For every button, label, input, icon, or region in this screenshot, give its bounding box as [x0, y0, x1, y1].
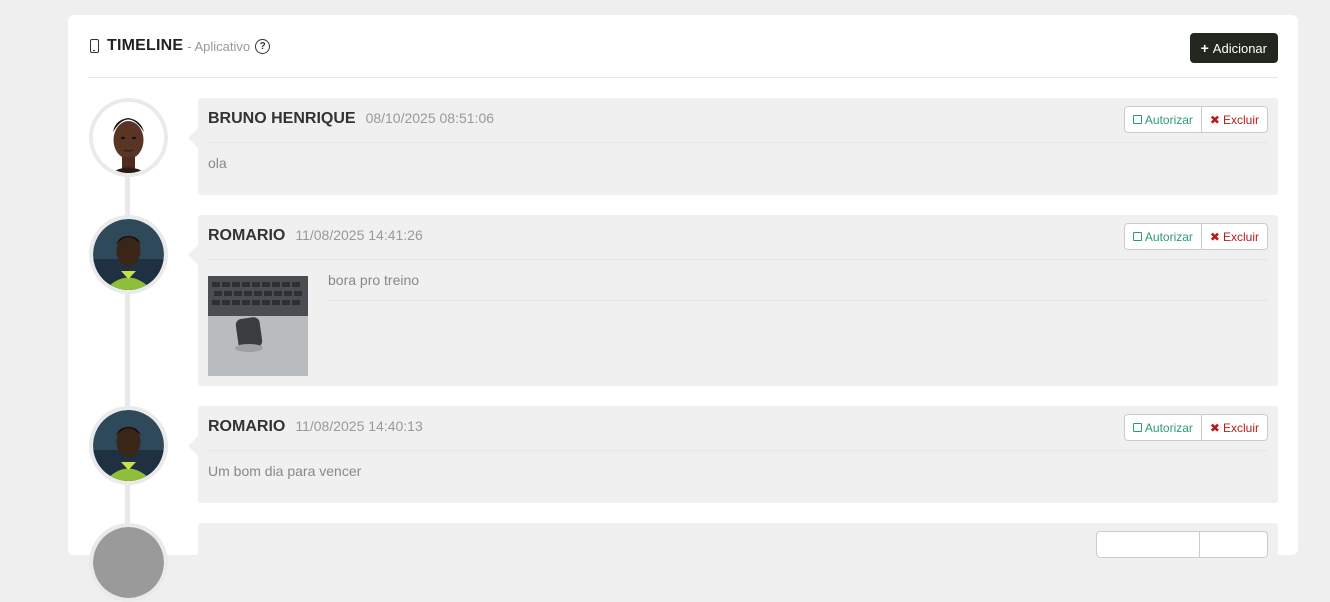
delete-label: Excluir: [1222, 420, 1259, 435]
authorize-label: Autorizar: [1144, 420, 1193, 435]
post-timestamp: 08/10/2025 08:51:06: [365, 110, 495, 126]
timeline-post: ROMARIO 11/08/2025 14:40:13 Autorizar ✖ E…: [188, 406, 1278, 503]
post-author: BRUNO HENRIQUE 08/10/2025 08:51:06: [208, 110, 494, 128]
avatar-photo: [93, 102, 164, 173]
page-subtitle: - Aplicativo: [187, 38, 251, 54]
timeline-post: [188, 523, 1278, 573]
avatar-photo: [93, 410, 164, 481]
close-icon: ✖: [1209, 229, 1220, 244]
plus-icon: +: [1200, 40, 1209, 56]
delete-label: Excluir: [1222, 112, 1259, 127]
post-text: Um bom dia para vencer: [208, 463, 362, 479]
checkbox-icon: [1132, 423, 1142, 432]
post-actions: Autorizar ✖ Excluir: [1123, 106, 1268, 133]
delete-button[interactable]: ✖ Excluir: [1201, 414, 1268, 441]
delete-label: Excluir: [1222, 229, 1259, 244]
avatar: [89, 98, 168, 177]
checkbox-icon: [1132, 115, 1142, 124]
post-header: BRUNO HENRIQUE 08/10/2025 08:51:06 Autori…: [208, 98, 1268, 143]
timeline-post: BRUNO HENRIQUE 08/10/2025 08:51:06 Autori…: [188, 98, 1278, 195]
delete-button[interactable]: [1200, 531, 1268, 558]
timeline-panel: TIMELINE - Aplicativo ? + Adicionar BRUN…: [68, 15, 1298, 602]
post-author-name: BRUNO HENRIQUE: [208, 110, 356, 127]
post-header: ROMARIO 11/08/2025 14:40:13 Autorizar ✖ E…: [208, 406, 1268, 451]
authorize-button[interactable]: Autorizar: [1123, 414, 1202, 441]
post-text: bora pro treino: [328, 272, 420, 288]
post-divider: [328, 300, 1268, 301]
post-header: ROMARIO 11/08/2025 14:41:26 Autorizar ✖ E…: [208, 215, 1268, 260]
checkbox-icon: [1132, 232, 1142, 241]
title-wrap: TIMELINE - Aplicativo ?: [90, 37, 271, 55]
close-icon: ✖: [1209, 420, 1220, 435]
close-icon: ✖: [1209, 112, 1220, 127]
add-button-label: Adicionar: [1212, 40, 1267, 56]
post-author: ROMARIO 11/08/2025 14:40:13: [208, 418, 423, 436]
delete-button[interactable]: ✖ Excluir: [1201, 223, 1268, 250]
authorize-label: Autorizar: [1144, 112, 1193, 127]
post-text: ola: [208, 155, 227, 171]
mobile-phone-icon: [90, 39, 99, 53]
avatar: [89, 215, 168, 294]
delete-button[interactable]: ✖ Excluir: [1201, 106, 1268, 133]
post-actions: [1096, 531, 1268, 558]
post-author-name: ROMARIO: [208, 418, 286, 435]
authorize-label: Autorizar: [1144, 229, 1193, 244]
add-button[interactable]: + Adicionar: [1189, 33, 1278, 63]
post-author: ROMARIO 11/08/2025 14:41:26: [208, 227, 423, 245]
avatar-photo: [93, 219, 164, 290]
authorize-button[interactable]: Autorizar: [1123, 106, 1202, 133]
post-timestamp: 11/08/2025 14:40:13: [295, 418, 423, 434]
avatar-photo: [93, 527, 164, 598]
post-image[interactable]: [208, 276, 308, 376]
authorize-button[interactable]: Autorizar: [1123, 223, 1202, 250]
panel-header: TIMELINE - Aplicativo ? + Adicionar: [88, 15, 1278, 78]
post-timestamp: 11/08/2025 14:41:26: [295, 227, 423, 243]
question-circle-icon[interactable]: ?: [255, 38, 271, 54]
page-title: TIMELINE: [107, 37, 184, 54]
timeline-post: ROMARIO 11/08/2025 14:41:26 Autorizar ✖ E…: [188, 215, 1278, 386]
post-actions: Autorizar ✖ Excluir: [1123, 223, 1268, 250]
post-author-name: ROMARIO: [208, 227, 286, 244]
avatar: [89, 406, 168, 485]
authorize-button[interactable]: [1096, 531, 1200, 558]
post-actions: Autorizar ✖ Excluir: [1123, 414, 1268, 441]
